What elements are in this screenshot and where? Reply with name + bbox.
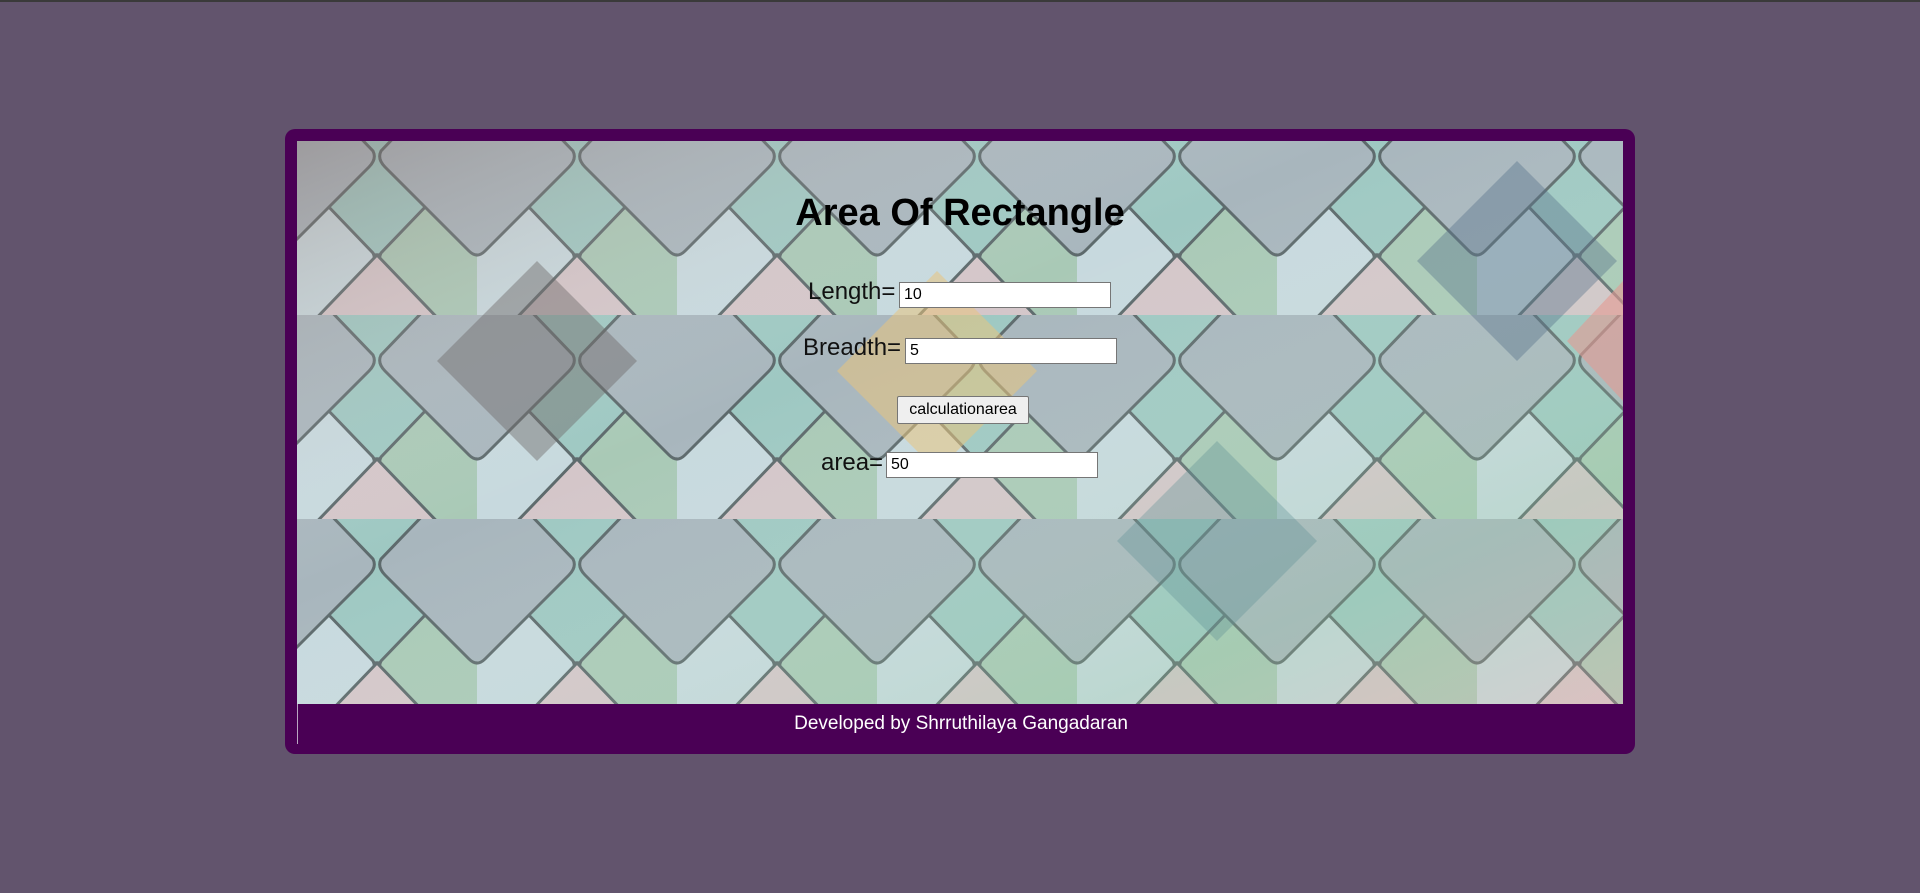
page-title: Area Of Rectangle (795, 192, 1125, 234)
breadth-label: Breadth= (803, 334, 902, 361)
calculator-card: Area Of Rectangle Length= Breadth= calcu… (285, 129, 1635, 754)
breadth-input[interactable] (905, 338, 1117, 364)
area-form: Area Of Rectangle Length= Breadth= calcu… (297, 141, 1623, 704)
footer-credit: Developed by Shrruthilaya Gangadaran (794, 713, 1128, 734)
area-label: area= (821, 449, 884, 476)
calculate-area-button[interactable]: calculationarea (897, 396, 1029, 424)
footer: Developed by Shrruthilaya Gangadaran (297, 704, 1623, 744)
card-content: Area Of Rectangle Length= Breadth= calcu… (297, 141, 1623, 704)
browser-top-edge (0, 0, 1920, 2)
area-output[interactable] (886, 452, 1098, 478)
length-input[interactable] (899, 282, 1111, 308)
length-label: Length= (808, 278, 896, 305)
